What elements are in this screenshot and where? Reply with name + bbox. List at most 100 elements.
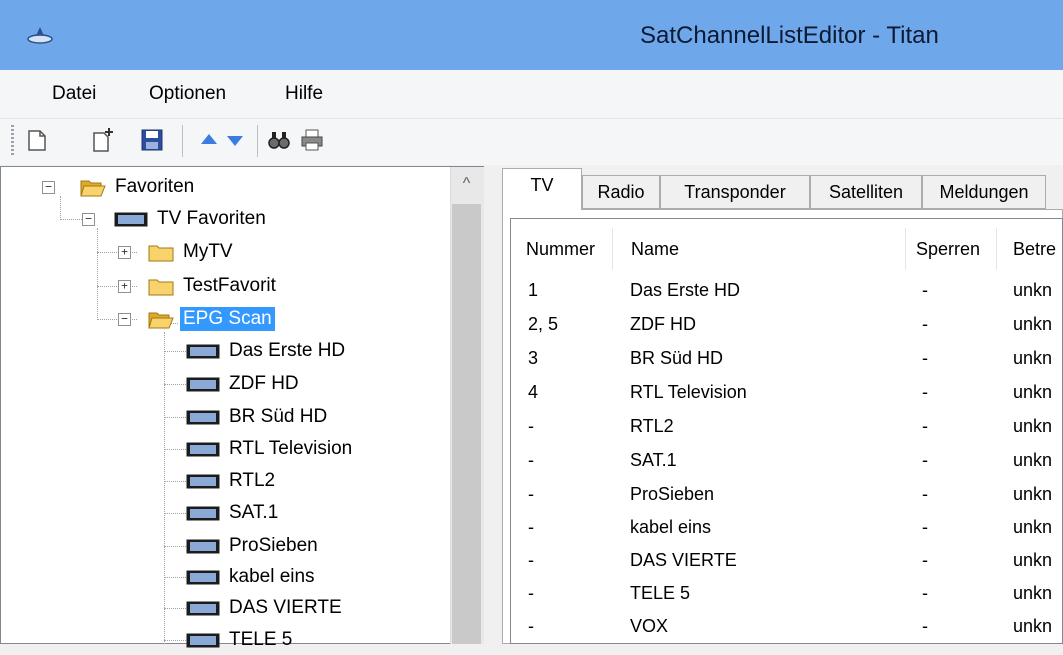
cell-sperren: - (922, 347, 928, 368)
cell-nummer: - (528, 415, 534, 436)
tree-channel-node[interactable]: TELE 5 (186, 625, 295, 655)
cell-nummer: - (528, 615, 534, 636)
tab-meldungen[interactable]: Meldungen (922, 175, 1046, 209)
cell-nummer: 4 (528, 381, 539, 402)
expand-toggle[interactable]: + (118, 280, 131, 293)
cell-name: RTL Television (630, 381, 747, 402)
open-folder-icon (80, 180, 106, 196)
tree-node-label: SAT.1 (229, 502, 279, 523)
cell-betre: unkn (1013, 415, 1053, 436)
cell-nummer: - (528, 449, 534, 470)
tree-connector (164, 417, 186, 419)
tree-node-epg-scan[interactable]: EPG Scan (148, 304, 276, 334)
new-item-icon[interactable] (90, 127, 116, 153)
tree-connector (97, 286, 137, 288)
tree-channel-node[interactable]: RTL2 (186, 466, 278, 496)
tree-node-label: kabel eins (229, 566, 315, 587)
cell-sperren: - (922, 582, 928, 603)
column-header-sperren[interactable]: Sperren (916, 228, 980, 270)
cell-betre: unkn (1013, 582, 1053, 603)
cell-sperren: - (922, 313, 928, 334)
menu-datei[interactable]: Datei (52, 83, 96, 105)
column-header-name[interactable]: Name (631, 228, 679, 270)
channel-list[interactable] (510, 218, 1063, 644)
tree-node-tv-favoriten[interactable]: TV Favoriten (114, 204, 269, 234)
tree-connector (164, 546, 186, 548)
folder-icon (148, 279, 174, 295)
collapse-toggle[interactable]: − (118, 313, 131, 326)
tree-node-label: BR Süd HD (229, 406, 328, 427)
new-file-icon[interactable] (24, 127, 50, 153)
cell-name: ProSieben (630, 483, 715, 504)
tree-connector (97, 319, 137, 321)
tree-node-label: RTL Television (229, 438, 353, 459)
tree-channel-node[interactable]: Das Erste HD (186, 336, 348, 366)
tab-tv[interactable]: TV (502, 168, 582, 210)
tree-channel-node[interactable]: SAT.1 (186, 498, 281, 528)
tab-radio[interactable]: Radio (582, 175, 660, 209)
cell-nummer: 1 (528, 279, 539, 300)
tv-icon (186, 570, 220, 584)
find-icon[interactable] (266, 127, 292, 153)
pane-splitter[interactable] (484, 166, 494, 644)
cell-betre: unkn (1013, 449, 1053, 470)
tv-icon (114, 212, 148, 226)
tree-channel-node[interactable]: RTL Television (186, 434, 355, 464)
save-icon[interactable] (139, 127, 165, 153)
cell-name: Das Erste HD (630, 279, 741, 300)
tree-connector (164, 481, 186, 483)
move-down-icon[interactable] (222, 127, 248, 153)
tree-node-label: ProSieben (229, 535, 318, 556)
window-title: SatChannelListEditor - Titan (640, 22, 939, 49)
cell-sperren: - (922, 381, 928, 402)
cell-sperren: - (922, 415, 928, 436)
cell-sperren: - (922, 615, 928, 636)
tree-connector (97, 252, 137, 254)
tree-node-testfavorit[interactable]: TestFavorit (148, 271, 279, 301)
tree-scroll-thumb[interactable] (452, 204, 481, 644)
tree-channel-node[interactable]: DAS VIERTE (186, 593, 345, 623)
tree-channel-node[interactable]: ZDF HD (186, 369, 302, 399)
print-icon[interactable] (299, 127, 325, 153)
toolbar-grip[interactable] (11, 125, 14, 157)
cell-name: BR Süd HD (630, 347, 724, 368)
tree-connector (164, 384, 186, 386)
tv-icon (186, 506, 220, 520)
app-icon[interactable] (27, 26, 53, 48)
cell-name: DAS VIERTE (630, 549, 737, 570)
tree-node-label: TestFavorit (183, 275, 276, 296)
collapse-toggle[interactable]: − (42, 181, 55, 194)
column-header-nummer[interactable]: Nummer (526, 228, 595, 270)
cell-name: TELE 5 (630, 582, 691, 603)
expand-toggle[interactable]: + (118, 246, 131, 259)
tab-satelliten[interactable]: Satelliten (810, 175, 922, 209)
tree-connector (164, 449, 186, 451)
cell-betre: unkn (1013, 279, 1053, 300)
tree-node-label: TELE 5 (229, 629, 293, 650)
cell-sperren: - (922, 483, 928, 504)
toolbar-separator (257, 125, 258, 157)
tree-node-label: RTL2 (229, 470, 276, 491)
toolbar-separator (182, 125, 183, 157)
tv-icon (186, 410, 220, 424)
tree-node-mytv[interactable]: MyTV (148, 237, 236, 267)
tree-node-favoriten[interactable]: Favoriten (80, 172, 197, 202)
column-divider[interactable] (905, 228, 906, 270)
scroll-up-icon[interactable]: ^ (450, 167, 483, 201)
cell-betre: unkn (1013, 549, 1053, 570)
tree-node-label: ZDF HD (229, 373, 299, 394)
cell-name: SAT.1 (630, 449, 677, 470)
tree-channel-node[interactable]: kabel eins (186, 562, 318, 592)
column-header-betre[interactable]: Betre (1013, 228, 1056, 270)
collapse-toggle[interactable]: − (82, 213, 95, 226)
tree-channel-node[interactable]: ProSieben (186, 531, 321, 561)
column-divider[interactable] (612, 228, 613, 270)
cell-sperren: - (922, 279, 928, 300)
column-divider[interactable] (996, 228, 997, 270)
menu-hilfe[interactable]: Hilfe (285, 83, 323, 105)
move-up-icon[interactable] (196, 127, 222, 153)
tab-transponder[interactable]: Transponder (660, 175, 810, 209)
menu-optionen[interactable]: Optionen (149, 83, 226, 105)
tree-channel-node[interactable]: BR Süd HD (186, 402, 330, 432)
tree-connector (164, 351, 186, 353)
